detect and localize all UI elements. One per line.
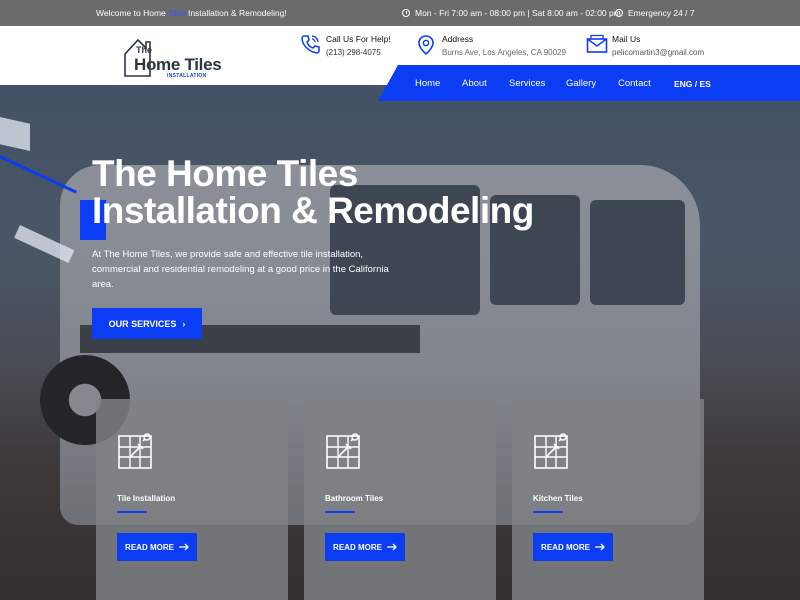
read-more-label: READ MORE: [333, 542, 382, 552]
business-hours-text: Mon - Fri 7:00 am - 08:00 pm | Sat 8:00 …: [415, 8, 621, 18]
tile-icon: [326, 433, 360, 469]
arrow-right-icon: [594, 543, 605, 551]
read-more-button[interactable]: READ MORE: [325, 533, 405, 561]
hero-description: At The Home Tiles, we provide safe and e…: [92, 249, 389, 290]
welcome-text-end: Installation & Remodeling!: [185, 8, 287, 18]
our-services-button[interactable]: OUR SERVICES ›: [92, 308, 202, 339]
tile-icon: [534, 433, 568, 469]
address-title: Address: [442, 34, 474, 44]
site-logo[interactable]: The Home Tiles INSTALLATION: [124, 34, 222, 79]
service-card-bathroom-tiles[interactable]: Bathroom Tiles READ MORE: [304, 399, 496, 600]
clock-icon: [615, 9, 623, 17]
welcome-text-highlight: Tiles: [167, 8, 186, 18]
phone-number[interactable]: (213) 298-4075: [326, 48, 381, 57]
hero-section: The Home Tiles Installation & Remodeling…: [0, 85, 800, 600]
service-card-tile-installation[interactable]: Tile Installation READ MORE: [96, 399, 288, 600]
address-value: Burns Ave, Los Angeles, CA 90029: [442, 48, 566, 57]
clock-icon: [402, 9, 410, 17]
nav-about[interactable]: About: [462, 78, 487, 89]
card-title-underline: [325, 511, 355, 513]
top-bar: Welcome to Home Tiles Installation & Rem…: [0, 0, 800, 26]
arrow-right-icon: [178, 543, 189, 551]
read-more-label: READ MORE: [125, 542, 174, 552]
phone-icon: [301, 35, 320, 54]
location-pin-icon: [418, 35, 434, 56]
chevron-right-icon: ›: [182, 318, 186, 329]
read-more-label: READ MORE: [541, 542, 590, 552]
logo-the: The: [136, 45, 153, 55]
read-more-button[interactable]: READ MORE: [533, 533, 613, 561]
call-title: Call Us For Help!: [326, 34, 391, 44]
language-switch[interactable]: ENG / ES: [674, 79, 711, 89]
card-title: Tile Installation: [117, 494, 176, 503]
nav-contact[interactable]: Contact: [618, 78, 651, 89]
nav-services[interactable]: Services: [509, 78, 545, 89]
emergency-info: Emergency 24 / 7: [615, 8, 695, 18]
hero-title-line-2: Installation & Remodeling: [92, 190, 534, 231]
tile-icon: [118, 433, 152, 469]
main-nav: Home About Services Gallery Contact ENG …: [378, 65, 800, 101]
mail-icon: [586, 34, 608, 53]
logo-name: Home Tiles: [134, 55, 222, 74]
card-title: Bathroom Tiles: [325, 494, 384, 503]
nav-gallery[interactable]: Gallery: [566, 78, 596, 89]
card-title-underline: [533, 511, 563, 513]
mail-title: Mail Us: [612, 34, 641, 44]
email-address[interactable]: pelicomartin3@gmail.com: [612, 48, 704, 57]
arrow-right-icon: [386, 543, 397, 551]
card-title: Kitchen Tiles: [533, 494, 583, 503]
read-more-button[interactable]: READ MORE: [117, 533, 197, 561]
nav-home[interactable]: Home: [415, 78, 440, 89]
welcome-text: Welcome to Home Tiles Installation & Rem…: [96, 8, 287, 18]
our-services-label: OUR SERVICES: [108, 318, 177, 329]
welcome-text-start: Welcome to Home: [96, 8, 168, 18]
service-card-kitchen-tiles[interactable]: Kitchen Tiles READ MORE: [512, 399, 704, 600]
emergency-text: Emergency 24 / 7: [628, 8, 695, 18]
business-hours: Mon - Fri 7:00 am - 08:00 pm | Sat 8:00 …: [402, 8, 621, 18]
hero-title: The Home Tiles Installation & Remodeling: [92, 155, 612, 229]
card-title-underline: [117, 511, 147, 513]
logo-subtitle: INSTALLATION: [167, 73, 207, 79]
hero-title-line-1: The Home Tiles: [92, 153, 358, 194]
